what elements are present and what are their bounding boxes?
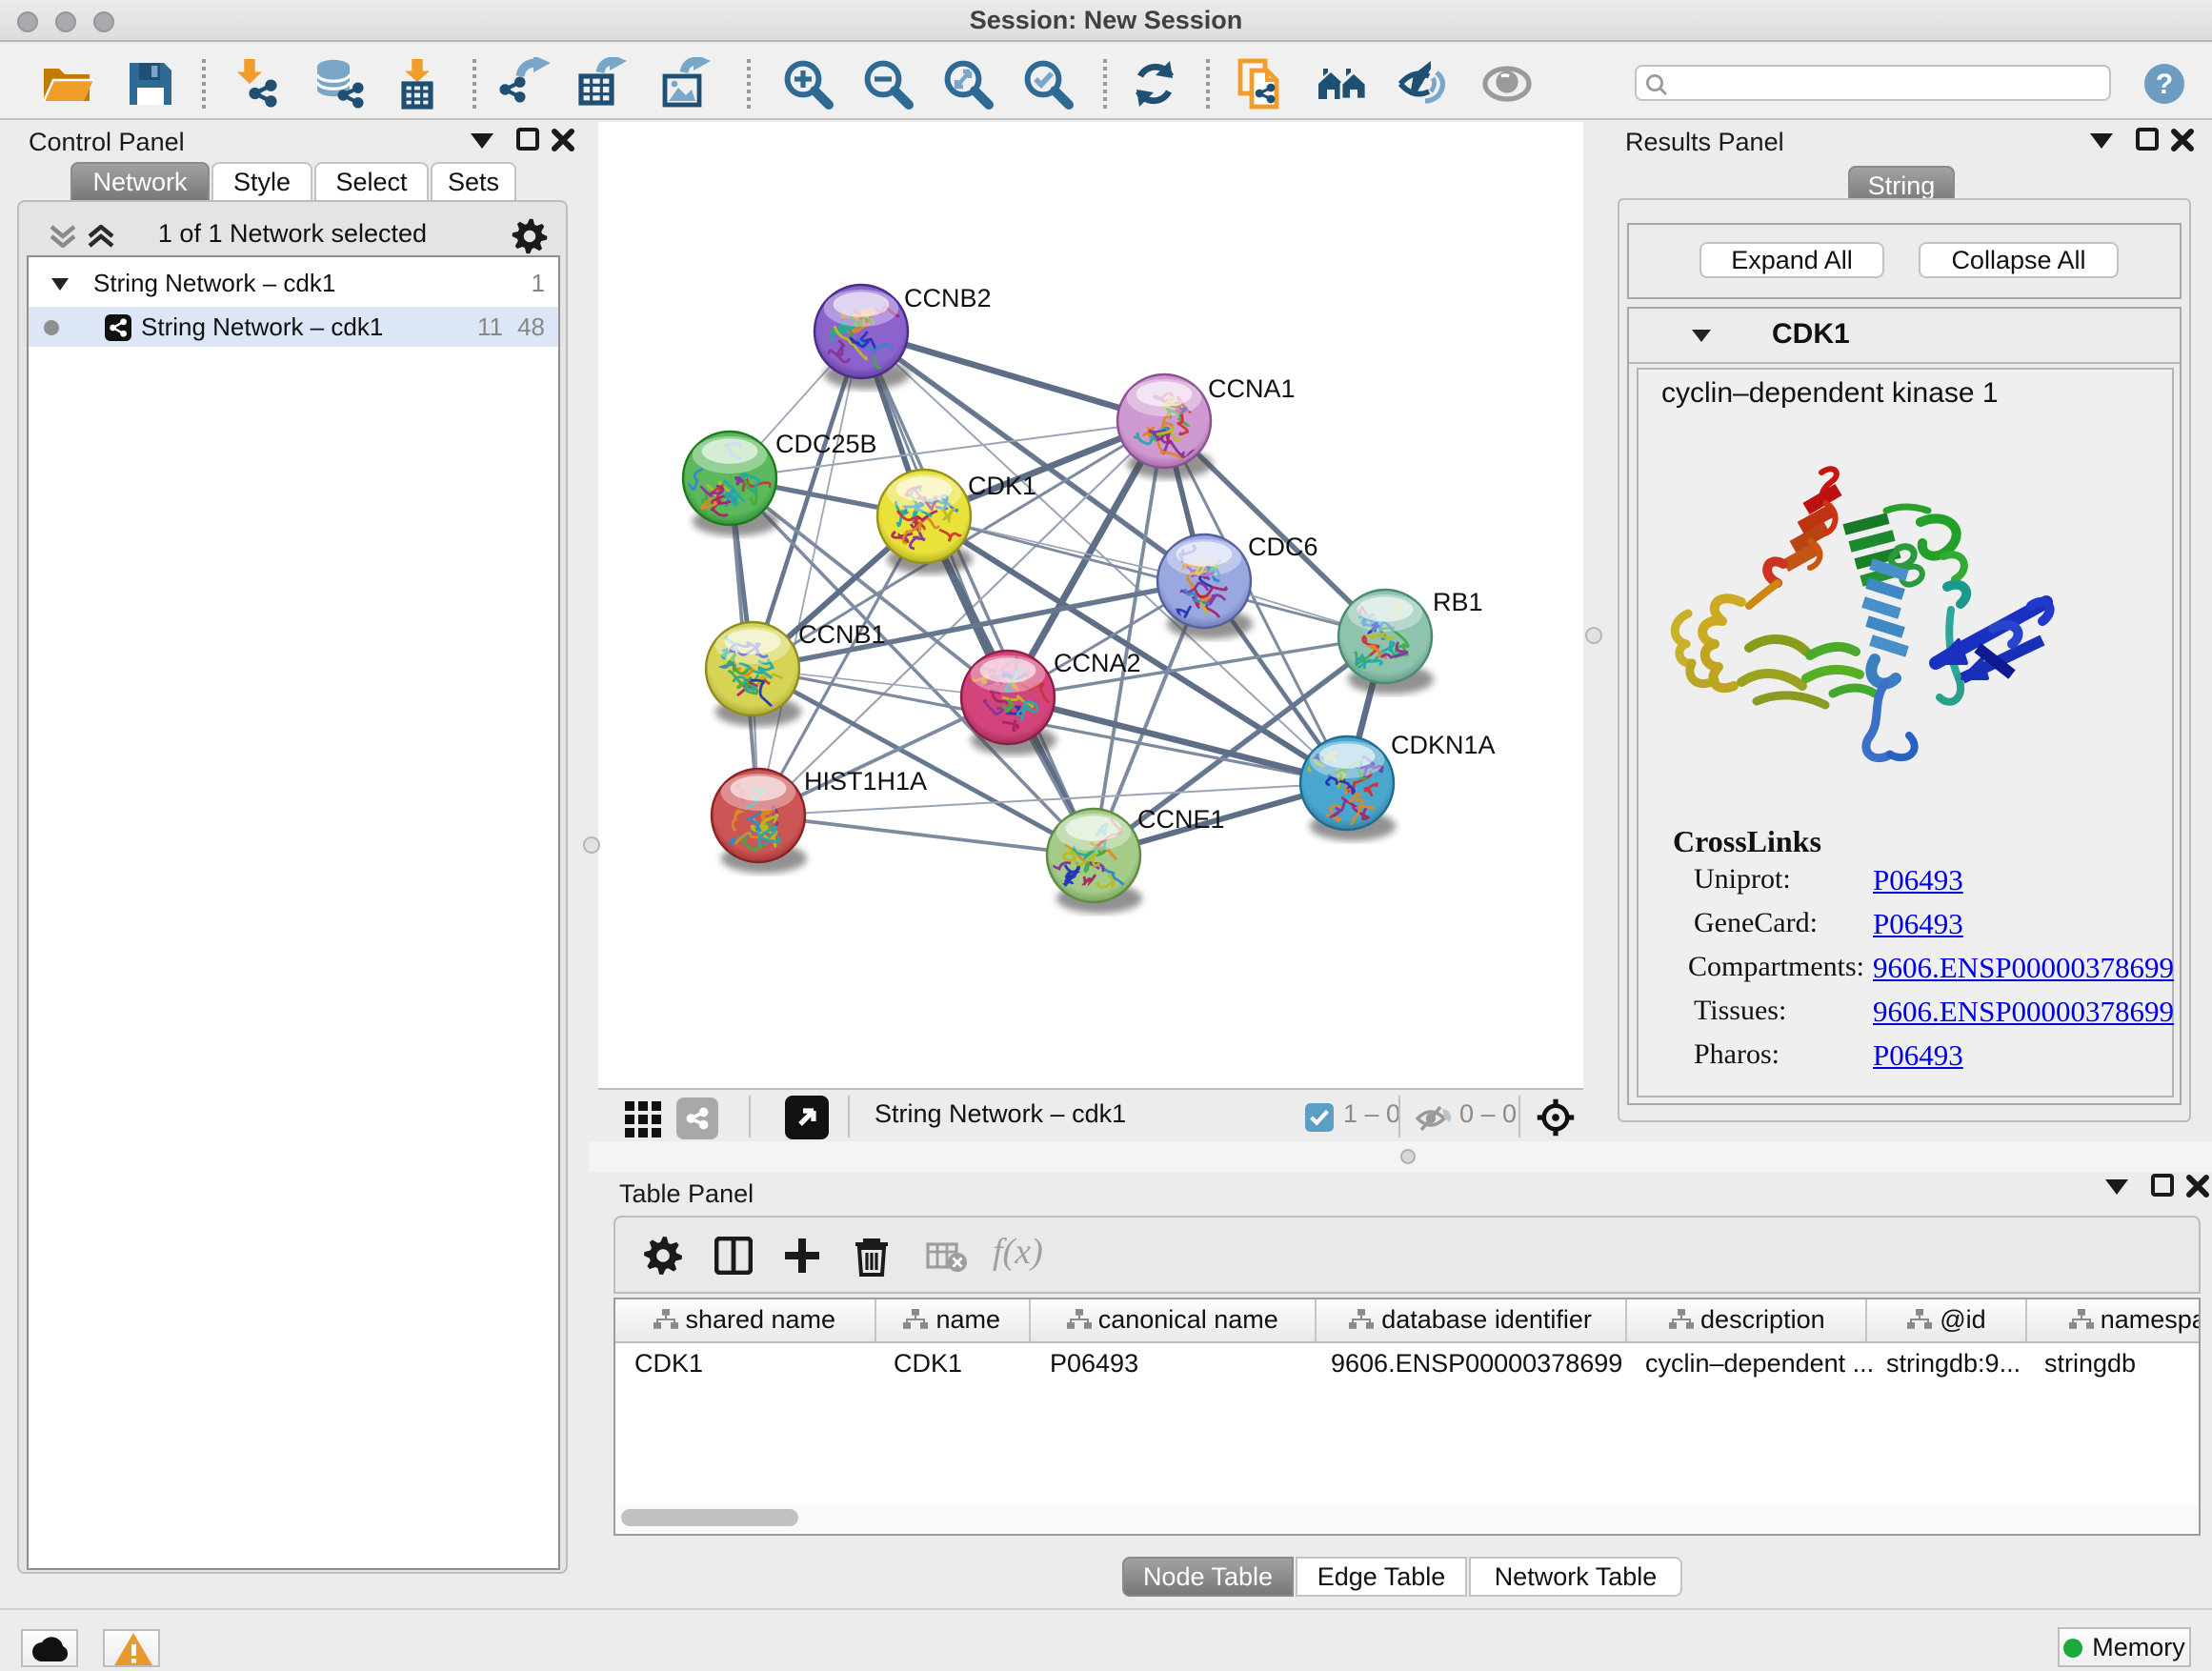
svg-text:CDK1: CDK1 [968,472,1036,500]
svg-text:CCNB2: CCNB2 [904,284,992,312]
svg-text:CDKN1A: CDKN1A [1391,731,1496,759]
svg-text:CCNA2: CCNA2 [1054,649,1141,677]
svg-text:CDC6: CDC6 [1248,533,1318,561]
svg-text:CDC25B: CDC25B [775,430,877,458]
svg-text:CCNB1: CCNB1 [798,620,886,649]
svg-text:?: ? [2156,69,2173,100]
svg-text:CCNA1: CCNA1 [1208,374,1296,403]
svg-text:CCNE1: CCNE1 [1137,805,1225,834]
svg-text:HIST1H1A: HIST1H1A [804,767,927,795]
svg-text:RB1: RB1 [1433,588,1483,616]
